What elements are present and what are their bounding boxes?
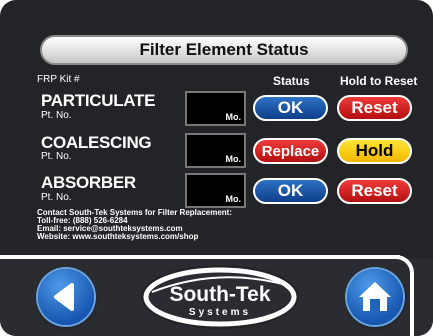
back-button[interactable] (38, 269, 94, 325)
months-field[interactable]: Mo. (185, 173, 246, 208)
page-title: Filter Element Status (139, 40, 309, 59)
status-header: Status (273, 74, 310, 88)
part-number-label: Pt. No. (41, 192, 72, 203)
south-tek-logo: South-Tek Systems (140, 264, 300, 330)
hmi-screen: Filter Element Status FRP Kit # Status H… (0, 0, 433, 336)
months-field[interactable]: Mo. (185, 133, 246, 168)
home-icon (359, 282, 391, 311)
home-button[interactable] (347, 269, 403, 325)
status-button-particulate[interactable]: OK (253, 95, 328, 121)
hold-button-coalescing[interactable]: Hold (337, 138, 412, 164)
months-label: Mo. (225, 194, 242, 204)
filter-name-particulate: PARTICULATE (41, 91, 156, 110)
months-field[interactable]: Mo. (185, 91, 246, 126)
months-label: Mo. (225, 112, 242, 122)
logo-subtitle: Systems (189, 307, 251, 318)
status-button-coalescing[interactable]: Replace (253, 138, 328, 164)
kit-header: FRP Kit # (37, 74, 80, 85)
footer-divider-edge (410, 280, 414, 336)
months-label: Mo. (225, 154, 242, 164)
hold-to-reset-header: Hold to Reset (340, 74, 418, 88)
title-bar: Filter Element Status (40, 35, 408, 65)
filter-name-coalescing: COALESCING (41, 133, 152, 152)
part-number-label: Pt. No. (41, 110, 72, 121)
part-number-label: Pt. No. (41, 151, 72, 162)
reset-button-absorber[interactable]: Reset (337, 178, 412, 204)
reset-button-particulate[interactable]: Reset (337, 95, 412, 121)
back-arrow-icon (54, 283, 74, 311)
filter-name-absorber: ABSORBER (41, 173, 136, 192)
status-button-absorber[interactable]: OK (253, 178, 328, 204)
contact-info: Contact South-Tek Systems for Filter Rep… (37, 209, 232, 241)
footer-divider (0, 255, 400, 259)
contact-website: Website: www.southteksystems.com/shop (37, 232, 199, 241)
logo-brand: South-Tek (169, 283, 270, 306)
